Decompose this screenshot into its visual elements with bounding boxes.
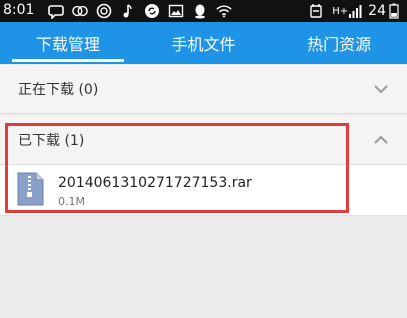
- file-size: 0.1M: [58, 195, 85, 208]
- file-name: 2014061310271727153.rar: [58, 175, 252, 191]
- qq-icon: [195, 4, 205, 19]
- list-item[interactable]: 2014061310271727153.rar 0.1M: [0, 165, 407, 216]
- tab-hot-resources[interactable]: 热门资源: [271, 22, 407, 64]
- group-downloading[interactable]: 正在下载 (0): [0, 65, 407, 114]
- sync-icon: [145, 4, 159, 18]
- tab-bar: 下载管理 手机文件 热门资源: [0, 22, 407, 64]
- tab-phone-files[interactable]: 手机文件: [136, 22, 272, 64]
- archive-zip-icon: [17, 172, 44, 206]
- signal-icon: [349, 5, 362, 18]
- group-downloaded[interactable]: 已下载 (1): [0, 116, 407, 165]
- battery-level: 24: [368, 3, 386, 19]
- status-bar: 8:01 H+ 24: [0, 0, 407, 22]
- music-icon: [123, 4, 132, 18]
- chevron-down-icon: [374, 85, 388, 94]
- ring-icon: [96, 3, 112, 19]
- loop-icon: [72, 5, 88, 17]
- message-icon: [48, 5, 64, 19]
- group-downloading-label: 正在下载 (0): [18, 82, 99, 98]
- image-icon: [168, 4, 184, 18]
- network-type: H+: [332, 5, 349, 17]
- status-time: 8:01: [3, 2, 35, 18]
- system-icons: H+ 24: [308, 2, 399, 20]
- tab-download-manager[interactable]: 下载管理: [0, 22, 136, 64]
- notification-icons: [48, 3, 240, 19]
- battery-icon: [389, 3, 399, 19]
- group-downloaded-label: 已下载 (1): [18, 133, 85, 149]
- wifi-icon: [216, 5, 232, 18]
- alarm-icon: [310, 4, 322, 18]
- chevron-up-icon: [374, 135, 388, 144]
